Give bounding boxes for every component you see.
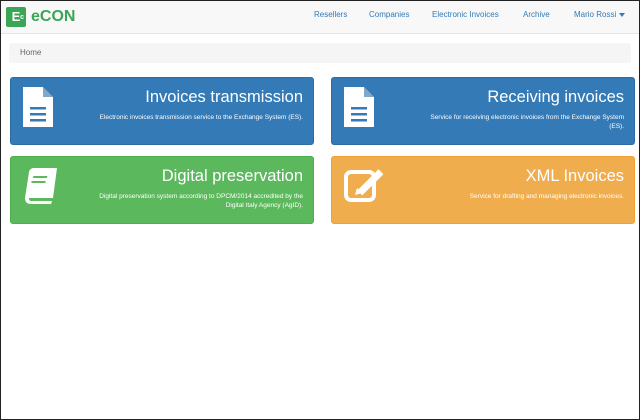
tile-invoices-transmission[interactable]: Invoices transmission Electronic invoice…: [10, 77, 314, 145]
file-text-icon: [21, 85, 55, 134]
file-text-icon: [342, 85, 376, 134]
tile-description: Service for drafting and managing electr…: [469, 193, 624, 200]
tile-description: Digital preservation system according to…: [99, 193, 303, 209]
tile-title: Invoices transmission: [145, 88, 303, 106]
tile-xml-invoices[interactable]: XML Invoices Service for drafting and ma…: [331, 156, 635, 224]
top-navbar: Ec eCON Resellers Companies Electronic I…: [1, 1, 639, 34]
app-window: Ec eCON Resellers Companies Electronic I…: [0, 0, 640, 420]
nav-item-companies[interactable]: Companies: [369, 10, 409, 19]
tile-title: Receiving invoices: [487, 88, 624, 106]
nav-item-electronic-invoices[interactable]: Electronic Invoices: [432, 10, 499, 19]
tile-description: Electronic invoices transmission service…: [99, 114, 303, 121]
book-icon: [21, 164, 61, 213]
tile-receiving-invoices[interactable]: Receiving invoices Service for receiving…: [331, 77, 635, 145]
edit-icon: [342, 164, 386, 213]
tile-description: Service for receiving electronic invoice…: [430, 114, 624, 130]
nav-item-archive[interactable]: Archive: [523, 10, 550, 19]
caret-down-icon: [619, 12, 626, 17]
nav-item-resellers[interactable]: Resellers: [314, 10, 347, 19]
user-menu[interactable]: Mario Rossi: [574, 10, 626, 19]
nav-menu: Resellers Companies Electronic Invoices …: [1, 1, 639, 33]
user-name: Mario Rossi: [574, 10, 617, 19]
breadcrumb-home: Home: [20, 48, 42, 57]
tile-title: XML Invoices: [525, 167, 624, 185]
breadcrumb: Home: [9, 43, 631, 63]
tile-digital-preservation[interactable]: Digital preservation Digital preservatio…: [10, 156, 314, 224]
tile-title: Digital preservation: [161, 167, 303, 185]
